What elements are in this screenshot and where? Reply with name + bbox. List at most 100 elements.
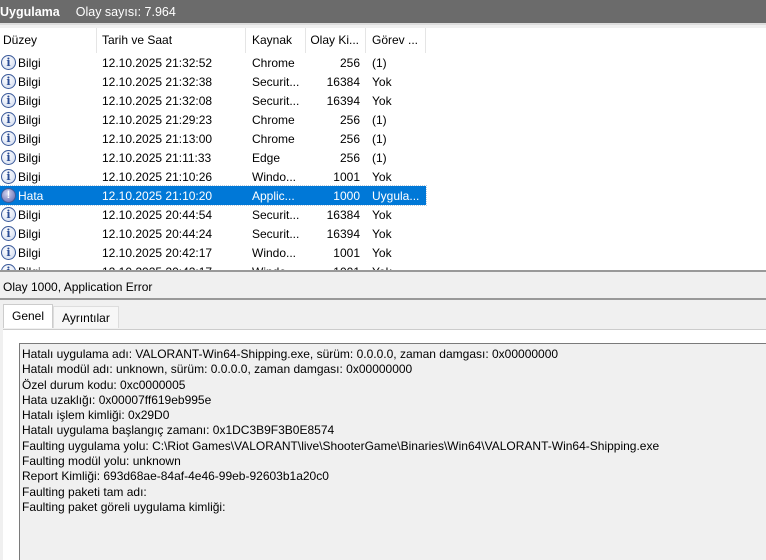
row-task: Yok xyxy=(372,264,392,272)
row-source: Edge xyxy=(252,150,281,165)
row-event-id: 16384 xyxy=(326,74,360,89)
row-date: 12.10.2025 20:44:24 xyxy=(102,226,213,241)
tab-details[interactable]: Ayrıntılar xyxy=(53,306,119,328)
level-text: Bilgi xyxy=(18,245,41,260)
event-list[interactable]: Düzey Tarih ve Saat Kaynak Olay Ki... Gö… xyxy=(0,28,766,272)
row-date: 12.10.2025 21:10:26 xyxy=(102,169,213,184)
level-text: Bilgi xyxy=(18,55,41,70)
table-row[interactable]: i Bilgi 12.10.2025 21:29:23 Chrome 256 (1… xyxy=(0,110,766,129)
event-description[interactable]: Hatalı uygulama adı: VALORANT-Win64-Ship… xyxy=(19,343,766,560)
tab-general[interactable]: Genel xyxy=(3,304,54,328)
info-icon: i xyxy=(1,207,16,222)
row-source: Windo... xyxy=(252,264,297,272)
log-titlebar: Uygulama Olay sayısı: 7.964 xyxy=(0,0,766,25)
row-date: 12.10.2025 20:42:17 xyxy=(102,264,213,272)
info-icon: i xyxy=(1,93,16,108)
row-event-id: 1000 xyxy=(333,188,360,203)
row-level: ! Hata xyxy=(0,188,97,203)
row-task: (1) xyxy=(372,131,387,146)
level-text: Bilgi xyxy=(18,150,41,165)
column-header-source[interactable]: Kaynak xyxy=(246,28,306,53)
row-event-id: 16384 xyxy=(326,207,360,222)
row-event-id: 16394 xyxy=(326,226,360,241)
row-level: i Bilgi xyxy=(0,264,97,272)
row-level: i Bilgi xyxy=(0,93,97,108)
description-line: Özel durum kodu: 0xc0000005 xyxy=(22,377,186,392)
row-date: 12.10.2025 21:32:38 xyxy=(102,74,213,89)
description-line: Hatalı modül adı: unknown, sürüm: 0.0.0.… xyxy=(22,362,413,377)
row-level: i Bilgi xyxy=(0,207,97,222)
row-task: (1) xyxy=(372,150,387,165)
row-date: 12.10.2025 21:11:33 xyxy=(102,150,212,165)
row-event-id: 1001 xyxy=(333,245,360,260)
description-line: Faulting paketi tam adı: xyxy=(22,484,147,499)
description-line: Hatalı işlem kimliği: 0x29D0 xyxy=(22,408,170,423)
event-count: Olay sayısı: 7.964 xyxy=(75,4,176,19)
row-event-id: 16394 xyxy=(326,93,360,108)
row-source: Securit... xyxy=(252,93,300,108)
table-row[interactable]: i Bilgi 12.10.2025 21:10:26 Windo... 1001… xyxy=(0,167,766,186)
row-event-id: 256 xyxy=(339,55,360,70)
table-row[interactable]: i Bilgi 12.10.2025 21:32:08 Securit... 16… xyxy=(0,91,766,110)
info-icon: i xyxy=(1,169,16,184)
info-icon: i xyxy=(1,112,16,127)
info-icon: i xyxy=(1,245,16,260)
table-row[interactable]: i Bilgi 12.10.2025 21:32:52 Chrome 256 (1… xyxy=(0,53,766,72)
row-task: Yok xyxy=(372,226,392,241)
level-text: Bilgi xyxy=(18,131,41,146)
row-level: i Bilgi xyxy=(0,245,97,260)
level-text: Bilgi xyxy=(18,74,41,89)
info-icon: i xyxy=(1,55,16,70)
level-text: Bilgi xyxy=(18,226,41,241)
row-date: 12.10.2025 21:29:23 xyxy=(102,112,213,127)
row-date: 12.10.2025 21:32:08 xyxy=(102,93,213,108)
row-level: i Bilgi xyxy=(0,74,97,89)
table-row[interactable]: i Bilgi 12.10.2025 21:13:00 Chrome 256 (1… xyxy=(0,129,766,148)
column-header-level[interactable]: Düzey xyxy=(0,28,97,53)
row-source: Securit... xyxy=(252,207,300,222)
column-header-task[interactable]: Görev ... xyxy=(366,28,426,53)
level-text: Bilgi xyxy=(18,112,41,127)
row-task: (1) xyxy=(372,112,387,127)
table-row[interactable]: i Bilgi 12.10.2025 20:44:54 Securit... 16… xyxy=(0,205,766,224)
row-level: i Bilgi xyxy=(0,226,97,241)
table-row[interactable]: i Bilgi 12.10.2025 21:32:38 Securit... 16… xyxy=(0,72,766,91)
row-task: Yok xyxy=(372,74,392,89)
row-event-id: 256 xyxy=(339,131,360,146)
table-row[interactable]: i Bilgi 12.10.2025 20:42:17 Windo... 1001… xyxy=(0,243,766,262)
row-source: Windo... xyxy=(252,245,297,260)
row-event-id: 1001 xyxy=(333,264,360,272)
row-date: 12.10.2025 20:42:17 xyxy=(102,245,213,260)
level-text: Bilgi xyxy=(18,264,41,272)
level-text: Bilgi xyxy=(18,207,41,222)
table-row[interactable]: i Bilgi 12.10.2025 20:44:24 Securit... 16… xyxy=(0,224,766,243)
row-level: i Bilgi xyxy=(0,150,97,165)
error-icon: ! xyxy=(1,188,16,203)
row-level: i Bilgi xyxy=(0,112,97,127)
column-header-date[interactable]: Tarih ve Saat xyxy=(97,28,246,53)
level-text: Bilgi xyxy=(18,93,41,108)
row-level: i Bilgi xyxy=(0,169,97,184)
description-line: Faulting paket göreli uygulama kimliği: xyxy=(22,499,226,514)
row-date: 12.10.2025 21:10:20 xyxy=(102,188,213,203)
description-line: Faulting uygulama yolu: C:\Riot Games\VA… xyxy=(22,438,660,453)
row-source: Chrome xyxy=(252,55,295,70)
column-headers: Düzey Tarih ve Saat Kaynak Olay Ki... Gö… xyxy=(0,28,766,53)
row-date: 12.10.2025 21:13:00 xyxy=(102,131,213,146)
row-event-id: 256 xyxy=(339,150,360,165)
table-row[interactable]: i Bilgi 12.10.2025 20:42:17 Windo... 1001… xyxy=(0,262,766,272)
row-task: Yok xyxy=(372,245,392,260)
level-text: Bilgi xyxy=(18,169,41,184)
table-row[interactable]: i Bilgi 12.10.2025 21:11:33 Edge 256 (1) xyxy=(0,148,766,167)
column-header-event-id[interactable]: Olay Ki... xyxy=(306,28,366,53)
info-icon: i xyxy=(1,131,16,146)
detail-tabs: Genel Ayrıntılar xyxy=(3,304,119,328)
row-source: Chrome xyxy=(252,112,295,127)
row-source: Applic... xyxy=(252,188,295,203)
row-task: Yok xyxy=(372,93,392,108)
row-task: (1) xyxy=(372,55,387,70)
level-text: Hata xyxy=(18,188,44,203)
description-line: Hatalı uygulama adı: VALORANT-Win64-Ship… xyxy=(22,347,559,361)
row-task: Yok xyxy=(372,169,392,184)
table-row[interactable]: ! Hata 12.10.2025 21:10:20 Applic... 1000… xyxy=(0,185,427,206)
